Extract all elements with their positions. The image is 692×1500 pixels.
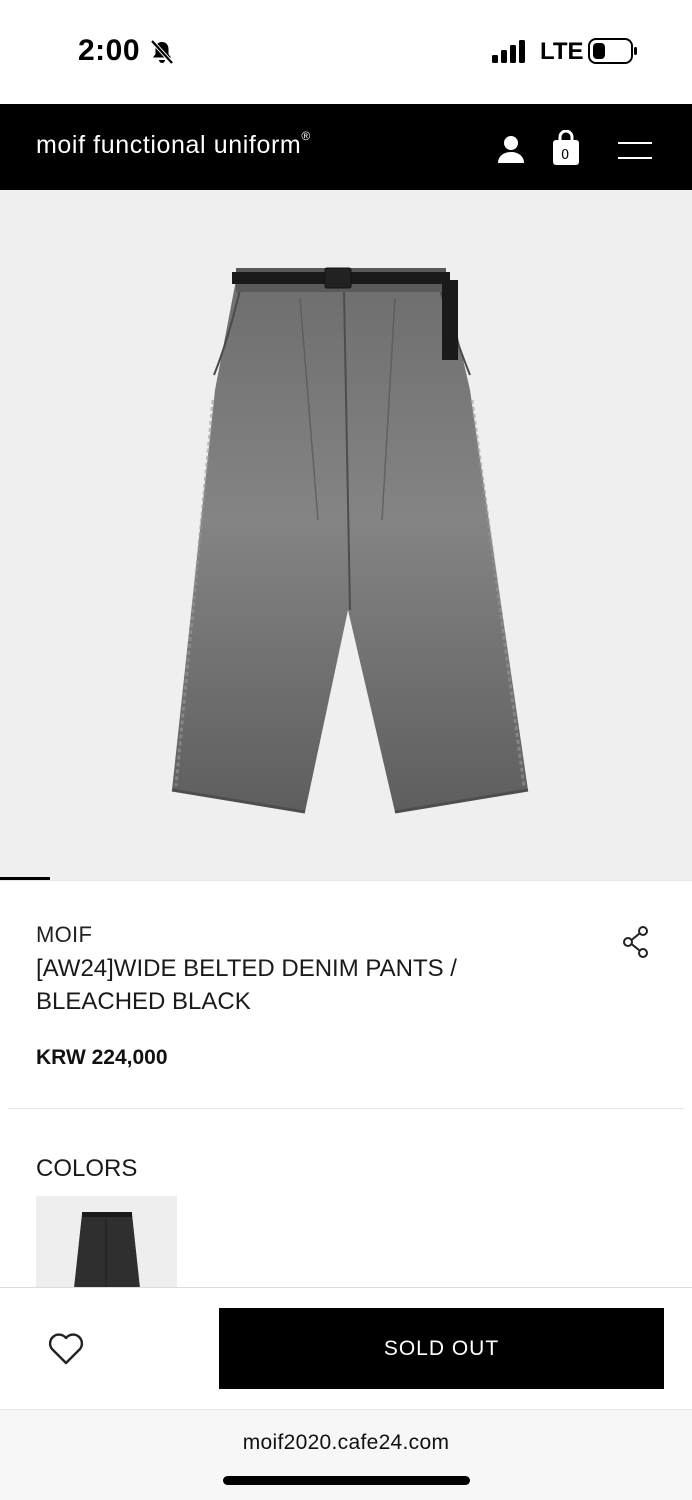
site-header: moif functional uniform® 0 (0, 104, 692, 190)
status-time: 2:00 (78, 34, 141, 67)
user-icon[interactable] (496, 134, 526, 164)
home-indicator[interactable] (223, 1476, 470, 1485)
sold-out-button[interactable]: SOLD OUT (219, 1308, 664, 1389)
signal-icon (492, 40, 525, 63)
product-name-line-1: [AW24]WIDE BELTED DENIM PANTS / (36, 955, 457, 982)
browser-url-bar[interactable]: moif2020.cafe24.com (0, 1409, 692, 1500)
menu-icon[interactable] (618, 140, 652, 160)
divider (0, 880, 692, 881)
network-type: LTE (540, 38, 584, 65)
site-logo[interactable]: moif functional uniform® (36, 129, 311, 160)
cart-count: 0 (561, 148, 570, 163)
battery-icon (588, 38, 637, 64)
bell-muted-icon (150, 39, 174, 65)
color-swatch-image (74, 1212, 140, 1288)
product-price: KRW 224,000 (36, 1046, 168, 1069)
purchase-action-bar: SOLD OUT (0, 1287, 692, 1409)
product-name-line-2: BLEACHED BLACK (36, 988, 251, 1015)
status-bar: 2:00 LTE (0, 0, 692, 104)
colors-label: COLORS (36, 1155, 138, 1182)
divider (8, 1108, 684, 1109)
denim-pants-image (171, 267, 529, 814)
product-name: [AW24]WIDE BELTED DENIM PANTS / BLEACHED… (36, 952, 556, 1018)
color-swatch-bleached-black[interactable] (36, 1196, 177, 1288)
wishlist-heart-icon[interactable] (46, 1330, 86, 1366)
product-image[interactable] (0, 190, 692, 880)
share-icon[interactable] (622, 926, 650, 958)
product-brand: MOIF (36, 922, 93, 947)
url-text[interactable]: moif2020.cafe24.com (0, 1431, 692, 1455)
